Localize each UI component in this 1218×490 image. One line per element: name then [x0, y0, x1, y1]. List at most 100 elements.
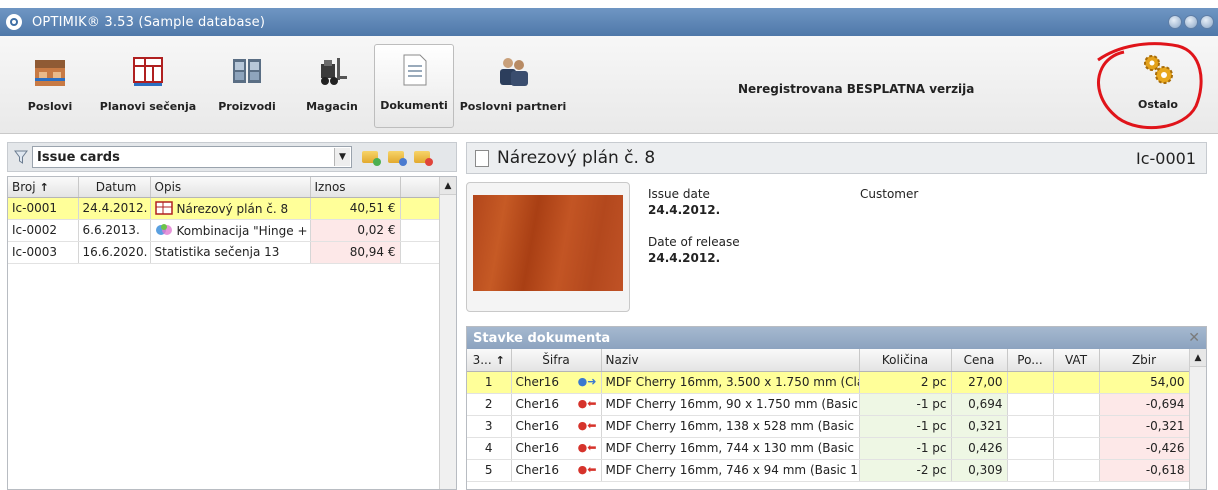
table-row[interactable]: Ic-0001 24.4.2012. Nárezový plán č. 8 40… — [8, 197, 441, 220]
cell-datum: 6.6.2013. — [78, 219, 151, 242]
table-row[interactable]: 2 Cher16 ●⬅ MDF Cherry 16mm, 90 x 1.750 m… — [467, 393, 1190, 416]
release-date-label: Date of release — [648, 235, 740, 249]
products-icon — [233, 59, 261, 83]
vertical-scrollbar[interactable]: ▲ — [1189, 349, 1206, 489]
material-thumbnail — [466, 182, 630, 312]
cell-opis: Statistika sečenja 13 — [150, 241, 311, 264]
cell-broj: Ic-0002 — [8, 219, 79, 242]
table-row[interactable]: Ic-0002 6.6.2013. Kombinacija "Hinge + s… — [8, 219, 441, 242]
cell-sifra: Cher16 ●⬅ — [511, 459, 602, 482]
cell-cena: 0,321 — [951, 415, 1008, 438]
close-button[interactable] — [1200, 15, 1214, 29]
cell-zbir: -0,618 — [1099, 459, 1190, 482]
toolbar-button-products[interactable]: Proizvodi — [215, 46, 279, 128]
table-row[interactable]: 3 Cher16 ●⬅ MDF Cherry 16mm, 138 x 528 mm… — [467, 415, 1190, 438]
cell-iznos: 40,51 € — [310, 197, 401, 220]
outgoing-arrow-icon: ●⬅ — [577, 397, 597, 410]
release-date-value: 24.4.2012. — [648, 251, 721, 265]
new-document-icon[interactable] — [362, 151, 381, 166]
toolbar-label: Planovi sečenja — [99, 100, 197, 113]
scroll-up-icon[interactable]: ▲ — [440, 177, 456, 195]
document-type-select[interactable]: Issue cards ▼ — [32, 146, 352, 168]
cutting-plans-icon — [133, 57, 163, 86]
cell-zbir: -0,694 — [1099, 393, 1190, 416]
filter-icon[interactable] — [14, 150, 28, 164]
jobs-icon — [35, 60, 65, 86]
column-header-vat[interactable]: VAT — [1053, 349, 1100, 372]
tools-icon[interactable]: ✕ — [1188, 330, 1200, 346]
vertical-scrollbar[interactable]: ▲ — [439, 177, 456, 489]
outgoing-arrow-icon: ●⬅ — [577, 441, 597, 454]
list-header: Issue cards ▼ — [7, 142, 457, 172]
column-header-zbir[interactable]: Zbir — [1099, 349, 1190, 372]
red-annotation-circle — [1097, 42, 1203, 130]
cell-cena: 27,00 — [951, 371, 1008, 394]
maximize-button[interactable] — [1184, 15, 1198, 29]
forklift-icon — [321, 58, 347, 85]
table-row[interactable]: Ic-0003 16.6.2020. Statistika sečenja 13… — [8, 241, 441, 264]
incoming-arrow-icon: ●➜ — [577, 375, 597, 388]
column-header-number[interactable]: 3... ↑ — [467, 349, 512, 372]
column-header-iznos[interactable]: Iznos — [310, 177, 401, 198]
toolbar-button-partners[interactable]: Poslovni partneri — [459, 46, 567, 128]
document-code: Ic-0001 — [1135, 148, 1196, 168]
toolbar-label: Dokumenti — [380, 99, 448, 112]
toolbar-button-jobs[interactable]: Poslovi — [22, 46, 78, 128]
cell-naziv: MDF Cherry 16mm, 746 x 94 mm (Basic 1) — [601, 459, 860, 482]
customer-label: Customer — [860, 187, 919, 201]
minimize-button[interactable] — [1168, 15, 1182, 29]
table-row[interactable]: 4 Cher16 ●⬅ MDF Cherry 16mm, 744 x 130 mm… — [467, 437, 1190, 460]
cell-cena: 0,309 — [951, 459, 1008, 482]
wood-texture-image — [473, 195, 623, 291]
toolbar-label: Poslovni partneri — [459, 100, 567, 113]
cell-naziv: MDF Cherry 16mm, 138 x 528 mm (Basic 1) — [601, 415, 860, 438]
issue-date-label: Issue date — [648, 187, 710, 201]
document-header: Nárezový plán č. 8 Ic-0001 — [466, 142, 1207, 174]
cell-kolicina: -1 pc — [859, 415, 952, 438]
top-strip — [0, 0, 1218, 8]
table-header-row: Broj ↑ Datum Opis Iznos — [8, 177, 441, 198]
column-header-sifra[interactable]: Šifra — [511, 349, 602, 372]
column-header-datum[interactable]: Datum — [78, 177, 151, 198]
table-row[interactable]: 1 Cher16 ●➜ MDF Cherry 16mm, 3.500 x 1.75… — [467, 371, 1190, 394]
table-row[interactable]: 5 Cher16 ●⬅ MDF Cherry 16mm, 746 x 94 mm … — [467, 459, 1190, 482]
app-logo-icon[interactable] — [6, 14, 22, 30]
sort-icon: ↑ — [39, 180, 49, 194]
cell-sifra: Cher16 ●➜ — [511, 371, 602, 394]
cell-iznos: 0,02 € — [310, 219, 401, 242]
delete-document-icon[interactable] — [414, 151, 433, 166]
cell-naziv: MDF Cherry 16mm, 3.500 x 1.750 mm (Cla..… — [601, 371, 860, 394]
cell-broj: Ic-0003 — [8, 241, 79, 264]
cell-zbir: -0,321 — [1099, 415, 1190, 438]
toolbar-button-warehouse[interactable]: Magacin — [300, 46, 364, 128]
column-header-broj[interactable]: Broj ↑ — [8, 177, 79, 198]
cell-naziv: MDF Cherry 16mm, 744 x 130 mm (Basic 1) — [601, 437, 860, 460]
document-items-panel: Stavke dokumenta ✕ 3... ↑ Šifra Naziv Kol… — [466, 326, 1207, 490]
toolbar-button-cutting-plans[interactable]: Planovi sečenja — [100, 46, 196, 128]
column-header-po[interactable]: Po... — [1007, 349, 1054, 372]
scroll-up-icon[interactable]: ▲ — [1190, 349, 1206, 367]
cell-number: 5 — [467, 459, 512, 482]
cell-datum: 16.6.2020. — [78, 241, 151, 264]
partners-icon — [500, 58, 528, 86]
cell-number: 2 — [467, 393, 512, 416]
cell-cena: 0,694 — [951, 393, 1008, 416]
table-header-row: 3... ↑ Šifra Naziv Količina Cena Po... VA… — [467, 349, 1190, 372]
edit-document-icon[interactable] — [388, 151, 407, 166]
column-header-opis[interactable]: Opis — [150, 177, 311, 198]
title-bar: OPTIMIK® 3.53 (Sample database) — [0, 8, 1218, 36]
cell-zbir: -0,426 — [1099, 437, 1190, 460]
column-header-naziv[interactable]: Naziv — [601, 349, 860, 372]
cell-opis: Kombinacija "Hinge + s — [150, 219, 311, 242]
issue-date-value: 24.4.2012. — [648, 203, 721, 217]
documents-table: Broj ↑ Datum Opis Iznos Ic-0001 24.4.2012… — [7, 176, 457, 490]
chevron-down-icon[interactable]: ▼ — [334, 148, 350, 166]
column-header-cena[interactable]: Cena — [951, 349, 1008, 372]
registration-notice: Neregistrovana BESPLATNA verzija — [738, 82, 975, 96]
cell-kolicina: 2 pc — [859, 371, 952, 394]
column-header-kolicina[interactable]: Količina — [859, 349, 952, 372]
outgoing-arrow-icon: ●⬅ — [577, 419, 597, 432]
cell-kolicina: -1 pc — [859, 393, 952, 416]
cell-iznos: 80,94 € — [310, 241, 401, 264]
toolbar-button-documents[interactable]: Dokumenti — [374, 44, 454, 128]
